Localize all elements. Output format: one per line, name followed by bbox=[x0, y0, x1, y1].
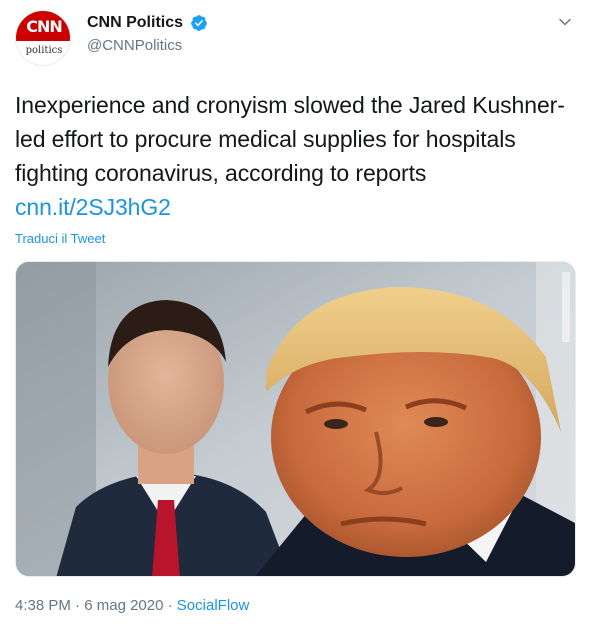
translate-tweet-link[interactable]: Traduci il Tweet bbox=[15, 230, 105, 248]
chevron-down-icon[interactable] bbox=[555, 12, 575, 32]
tweet-body: Inexperience and cronyism slowed the Jar… bbox=[15, 92, 565, 186]
tweet-photo[interactable] bbox=[15, 261, 576, 577]
tweet-source-link[interactable]: SocialFlow bbox=[177, 597, 250, 614]
tweet-text: Inexperience and cronyism slowed the Jar… bbox=[15, 88, 575, 224]
meta-separator: · bbox=[75, 597, 81, 614]
display-name[interactable]: CNN Politics bbox=[87, 13, 183, 33]
tweet-time[interactable]: 4:38 PM bbox=[15, 597, 71, 614]
tweet-card: CNN politics CNN Politics @CNNPolitics I… bbox=[0, 0, 589, 628]
tweet-header: CNN politics CNN Politics @CNNPolitics bbox=[15, 10, 575, 66]
avatar-subtitle: politics bbox=[25, 45, 63, 56]
avatar-logo-text: CNN bbox=[16, 11, 70, 41]
account-info[interactable]: CNN Politics @CNNPolitics bbox=[87, 13, 208, 57]
account-handle[interactable]: @CNNPolitics bbox=[87, 35, 208, 57]
tweet-meta: 4:38 PM · 6 mag 2020 · SocialFlow bbox=[15, 596, 249, 616]
meta-separator-2: · bbox=[167, 597, 173, 614]
verified-badge-icon bbox=[191, 15, 208, 31]
tweet-date[interactable]: 6 mag 2020 bbox=[84, 597, 163, 614]
tweet-link[interactable]: cnn.it/2SJ3hG2 bbox=[15, 194, 171, 220]
photo-illustration bbox=[16, 262, 575, 576]
avatar[interactable]: CNN politics bbox=[15, 10, 71, 66]
